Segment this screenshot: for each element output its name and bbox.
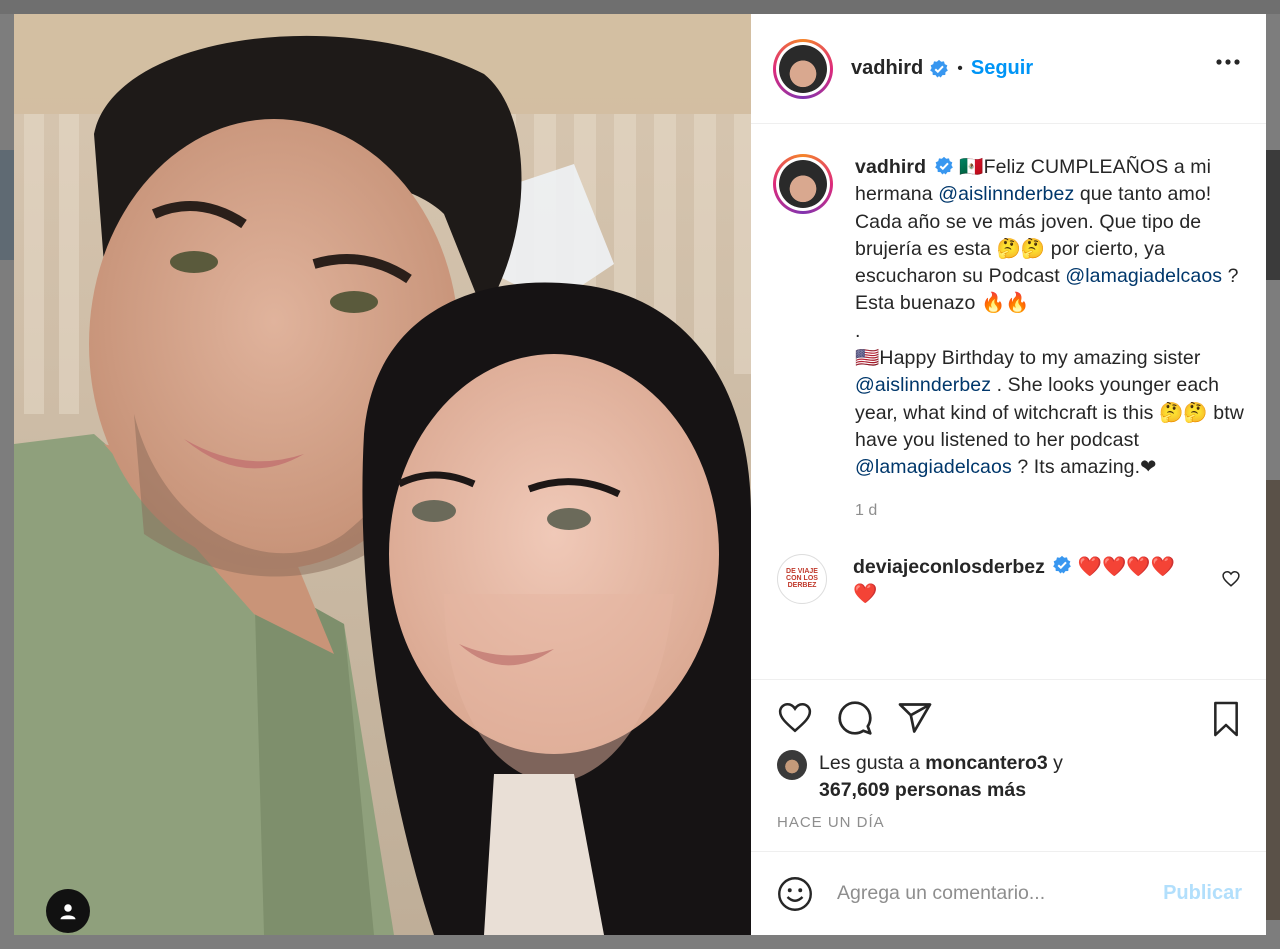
user-tag-icon	[60, 904, 76, 920]
liker-username[interactable]: moncantero3	[925, 752, 1047, 774]
background-right-edge	[1266, 150, 1280, 280]
mention-link[interactable]: @aislinnderbez	[855, 374, 991, 396]
more-options-icon[interactable]	[1216, 58, 1240, 66]
flag-mexico: 🇲🇽	[959, 156, 984, 178]
commenter-avatar[interactable]: DE VIAJE CON LOS DERBEZ	[777, 553, 827, 604]
caption-part: ? Its amazing.❤	[1011, 456, 1157, 479]
commenter-avatar-logo: DE VIAJE CON LOS DERBEZ	[786, 568, 818, 590]
mention-link[interactable]: @lamagiadelcaos	[1065, 265, 1222, 287]
heart-icon	[778, 702, 812, 733]
comment-bubble-icon	[838, 701, 872, 735]
comment-button[interactable]	[837, 700, 873, 736]
mention-link[interactable]: @lamagiadelcaos	[855, 456, 1012, 478]
background-right-edge-lower	[1266, 480, 1280, 920]
heart-icon[interactable]	[1222, 570, 1240, 588]
caption-timestamp[interactable]: 1 d	[855, 502, 1244, 520]
comment-input[interactable]	[835, 881, 1164, 906]
likes-summary[interactable]: Les gusta a moncantero3 y 367,609 person…	[777, 750, 1244, 804]
share-button[interactable]	[897, 700, 933, 736]
smiley-icon[interactable]	[777, 876, 813, 912]
mention-link[interactable]: @aislinnderbez	[938, 183, 1074, 205]
caption-username[interactable]: vadhird	[855, 156, 926, 178]
comment-item: DE VIAJE CON LOS DERBEZ deviajeconlosder…	[773, 553, 1244, 608]
caption-part: Happy Birthday to my amazing sister	[879, 347, 1201, 370]
header-separator: •	[957, 59, 963, 77]
paper-plane-icon	[898, 703, 932, 733]
caption-author-avatar[interactable]	[773, 154, 833, 214]
post-side-panel: vadhird • Seguir vadhird 🇲🇽Feliz CUMPLEA…	[751, 14, 1266, 935]
likes-prefix: Les gusta a	[819, 752, 926, 774]
comments-section[interactable]: vadhird 🇲🇽Feliz CUMPLEAÑOS a mi hermana …	[751, 124, 1266, 679]
caption-dot: .	[855, 319, 861, 342]
likes-middle: y	[1047, 752, 1063, 774]
background-top-strip	[0, 0, 1280, 14]
author-username[interactable]: vadhird	[851, 57, 923, 80]
bookmark-icon[interactable]	[1210, 700, 1242, 738]
comment-text: deviajeconlosderbez ❤️❤️❤️❤️❤️	[853, 554, 1193, 608]
post-photo[interactable]	[14, 14, 751, 935]
user-tag-button[interactable]	[46, 889, 90, 933]
caption-text: vadhird 🇲🇽Feliz CUMPLEAÑOS a mi hermana …	[855, 154, 1244, 482]
post-photo-image	[14, 14, 751, 935]
liker-avatar[interactable]	[777, 750, 807, 780]
add-comment-bar: Publicar	[751, 851, 1266, 935]
flag-usa: 🇺🇸	[855, 347, 880, 370]
likes-count[interactable]: 367,609 personas más	[819, 779, 1026, 801]
post-header: vadhird • Seguir	[751, 14, 1266, 124]
publish-button[interactable]: Publicar	[1163, 882, 1242, 905]
like-button[interactable]	[777, 701, 813, 735]
verified-badge-icon	[930, 59, 949, 77]
commenter-username[interactable]: deviajeconlosderbez	[853, 556, 1045, 578]
author-avatar[interactable]	[773, 38, 833, 99]
post-timestamp[interactable]: HACE UN DÍA	[777, 814, 1244, 831]
follow-button[interactable]: Seguir	[971, 57, 1033, 80]
verified-badge-icon	[934, 156, 953, 175]
post-actions: Les gusta a moncantero3 y 367,609 person…	[751, 679, 1266, 851]
post-caption: vadhird 🇲🇽Feliz CUMPLEAÑOS a mi hermana …	[773, 154, 1244, 482]
verified-badge-icon	[1053, 556, 1072, 574]
background-left-edge	[0, 150, 14, 260]
